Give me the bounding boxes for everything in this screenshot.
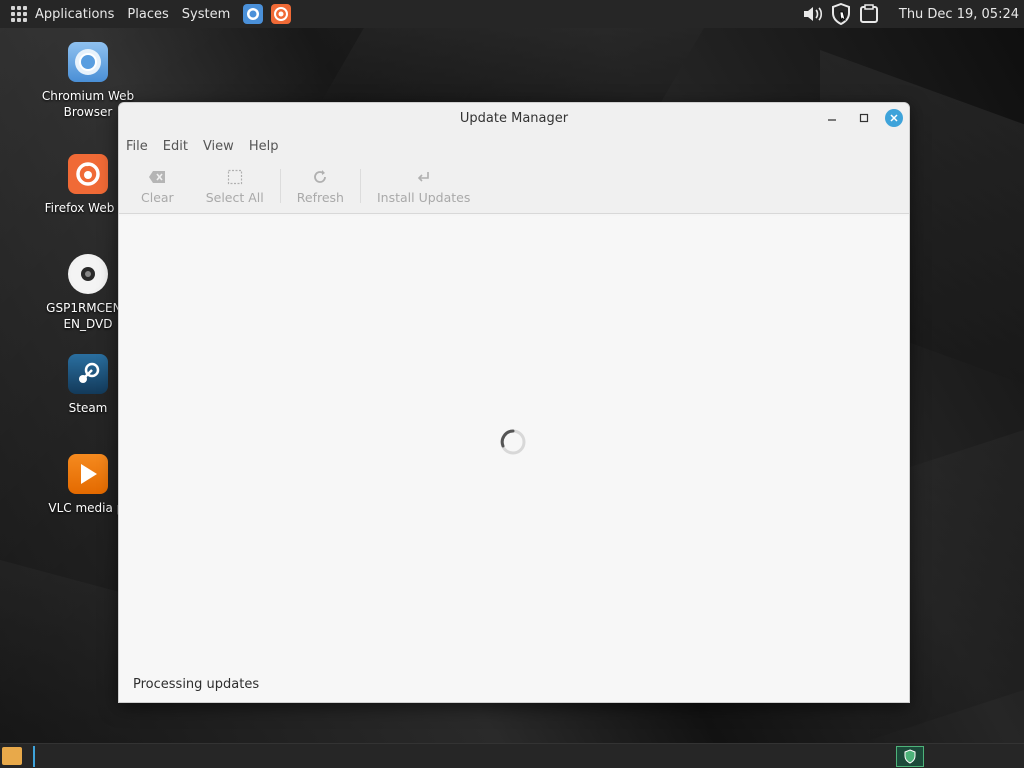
bottom-panel (0, 743, 1024, 768)
vlc-icon (68, 454, 108, 494)
refresh-icon (311, 168, 329, 186)
clock[interactable]: Thu Dec 19, 05:24 (899, 7, 1019, 22)
update-manager-tray-icon[interactable] (896, 746, 924, 767)
menu-view[interactable]: View (203, 139, 234, 154)
top-panel: Applications Places System Thu Dec 19, 0… (0, 0, 1024, 28)
show-desktop-icon[interactable] (2, 747, 22, 765)
shield-icon[interactable] (829, 2, 853, 26)
toolbar: Clear Select All Refresh Install Updates (119, 159, 909, 214)
select-all-label: Select All (205, 189, 264, 205)
clear-button[interactable]: Clear (125, 168, 190, 205)
install-icon (415, 168, 433, 186)
install-updates-button[interactable]: Install Updates (361, 168, 486, 205)
steam-icon (68, 354, 108, 394)
maximize-button[interactable] (853, 107, 875, 129)
chromium-launcher-icon[interactable] (243, 4, 264, 24)
menu-bar: File Edit View Help (119, 133, 909, 159)
updates-list-area: Processing updates (119, 216, 909, 702)
menu-file[interactable]: File (126, 139, 148, 154)
select-all-button[interactable]: Select All (190, 168, 280, 205)
firefox-launcher-icon[interactable] (271, 4, 292, 24)
minimize-button[interactable] (821, 107, 843, 129)
menu-places[interactable]: Places (127, 7, 168, 22)
firefox-icon (68, 154, 108, 194)
system-tray: Thu Dec 19, 05:24 (801, 0, 1024, 28)
refresh-button[interactable]: Refresh (281, 168, 360, 205)
network-icon[interactable] (857, 2, 881, 26)
select-all-icon (226, 168, 244, 186)
close-button[interactable] (885, 109, 903, 127)
volume-icon[interactable] (801, 2, 825, 26)
install-updates-label: Install Updates (376, 189, 471, 205)
refresh-label: Refresh (296, 189, 344, 205)
disc-icon (68, 254, 108, 294)
update-manager-window: Update Manager File Edit View Help Clear (118, 102, 910, 703)
window-titlebar[interactable]: Update Manager (119, 103, 909, 133)
panel-divider (33, 746, 35, 767)
window-title: Update Manager (459, 110, 569, 126)
menu-applications[interactable]: Applications (35, 7, 114, 22)
close-icon (890, 114, 898, 122)
window-controls (811, 107, 903, 129)
menu-edit[interactable]: Edit (163, 139, 188, 154)
chromium-icon (68, 42, 108, 82)
applications-grid-icon[interactable] (11, 6, 27, 22)
clear-label: Clear (141, 189, 174, 205)
menu-system[interactable]: System (182, 7, 230, 22)
status-text: Processing updates (133, 677, 260, 692)
menu-help[interactable]: Help (249, 139, 279, 154)
loading-spinner-icon (499, 428, 527, 456)
clear-icon (148, 168, 166, 186)
